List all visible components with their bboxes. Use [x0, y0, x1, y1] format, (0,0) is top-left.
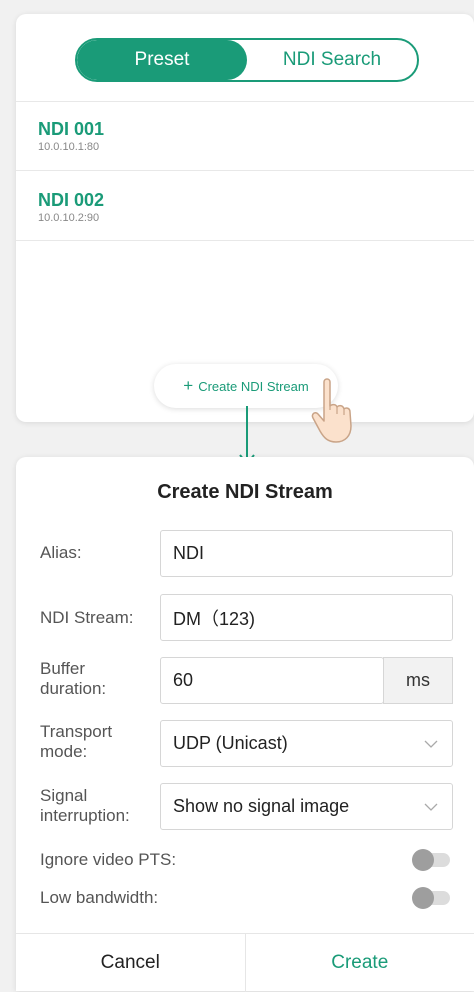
chevron-down-icon — [424, 803, 438, 811]
create-button[interactable]: Create — [246, 934, 474, 992]
buffer-duration-input[interactable]: 60 — [160, 657, 384, 704]
buffer-duration-unit: ms — [383, 657, 453, 704]
tap-hand-icon — [310, 376, 360, 446]
buffer-duration-label: Buffer duration: — [40, 659, 106, 699]
divider — [16, 170, 474, 171]
ndi-source-name: NDI 002 — [38, 190, 458, 210]
signal-interruption-label-line1: Signal — [40, 786, 130, 806]
ignore-video-pts-toggle[interactable] — [414, 853, 450, 867]
create-ndi-stream-label: Create NDI Stream — [198, 379, 309, 394]
divider — [16, 240, 474, 241]
transport-mode-label: Transport mode: — [40, 722, 112, 762]
ndi-source-panel: Preset NDI Search NDI 001 10.0.10.1:80 N… — [16, 14, 474, 422]
transport-mode-label-line1: Transport — [40, 722, 112, 742]
ndi-source-address: 10.0.10.2:90 — [38, 211, 458, 225]
toggle-knob — [412, 887, 434, 909]
divider — [16, 101, 474, 102]
ndi-stream-input[interactable]: DM（123) — [160, 594, 453, 641]
create-ndi-stream-dialog: Create NDI Stream Alias: NDI NDI Stream:… — [16, 457, 474, 991]
dialog-title: Create NDI Stream — [16, 481, 474, 504]
toggle-knob — [412, 849, 434, 871]
tab-ndi-search[interactable]: NDI Search — [247, 40, 417, 80]
ignore-video-pts-label: Ignore video PTS: — [40, 850, 176, 870]
ndi-stream-label: NDI Stream: — [40, 608, 134, 628]
ndi-source-address: 10.0.10.1:80 — [38, 140, 458, 154]
chevron-down-icon — [424, 740, 438, 748]
source-tab-switcher: Preset NDI Search — [75, 38, 419, 82]
signal-interruption-select[interactable]: Show no signal image — [160, 783, 453, 830]
transport-mode-select[interactable]: UDP (Unicast) — [160, 720, 453, 767]
dialog-footer: Cancel Create — [16, 933, 474, 992]
plus-icon: + — [183, 376, 193, 396]
transport-mode-label-line2: mode: — [40, 742, 112, 762]
alias-value: NDI — [173, 543, 204, 564]
buffer-duration-value: 60 — [173, 670, 193, 691]
low-bandwidth-label: Low bandwidth: — [40, 888, 158, 908]
tab-preset[interactable]: Preset — [77, 40, 247, 80]
list-item[interactable]: NDI 001 10.0.10.1:80 — [38, 119, 458, 154]
transport-mode-value: UDP (Unicast) — [173, 733, 288, 754]
alias-input[interactable]: NDI — [160, 530, 453, 577]
alias-label: Alias: — [40, 543, 82, 563]
signal-interruption-value: Show no signal image — [173, 796, 349, 817]
buffer-duration-label-line2: duration: — [40, 679, 106, 699]
cancel-button[interactable]: Cancel — [16, 934, 246, 992]
signal-interruption-label: Signal interruption: — [40, 786, 130, 826]
ndi-stream-value: DM（123) — [173, 605, 255, 631]
low-bandwidth-toggle[interactable] — [414, 891, 450, 905]
ndi-source-name: NDI 001 — [38, 119, 458, 139]
list-item[interactable]: NDI 002 10.0.10.2:90 — [38, 190, 458, 225]
buffer-duration-label-line1: Buffer — [40, 659, 106, 679]
signal-interruption-label-line2: interruption: — [40, 806, 130, 826]
